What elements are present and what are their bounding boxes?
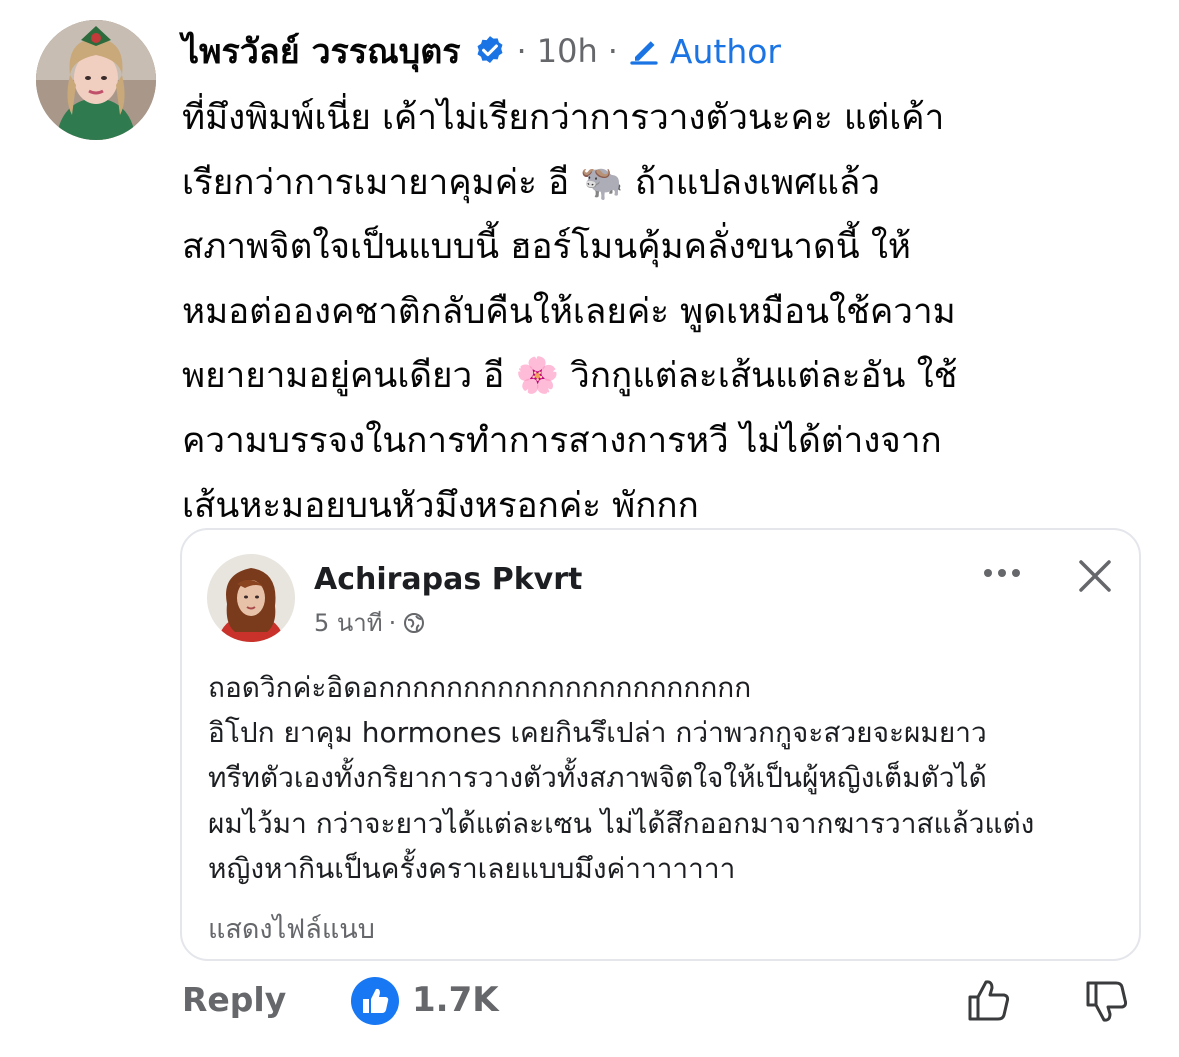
comment-line: หมอต่อองคชาติกลับคืนให้เลยค่ะ พูดเหมือนใ… (182, 291, 956, 332)
author-name[interactable]: ไพรวัลย์ วรรณบุตร (182, 24, 461, 78)
meta-separator: · (388, 608, 397, 637)
commenter-avatar[interactable] (36, 20, 156, 140)
comment-text: ที่มึงพิมพ์เนี่ย เค้าไม่เรียกว่าการวางตั… (182, 86, 1142, 538)
quoted-post-time[interactable]: 5 นาที (314, 603, 383, 642)
quoted-line: อิโปก ยาคุม hormones เคยกินรึเปล่า กว่าพ… (208, 716, 987, 750)
quoted-line: ทรีทตัวเองทั้งกริยาการวางตัวทั้งสภาพจิตใ… (208, 761, 987, 795)
verified-badge-icon (473, 34, 507, 68)
comment-line: สภาพจิตใจเป็นแบบนี้ ฮอร์โมนคุ้มคลั่งขนาด… (182, 227, 912, 268)
thumbs-up-icon[interactable] (964, 976, 1014, 1026)
thumbs-down-icon[interactable] (1082, 976, 1132, 1026)
reply-button[interactable]: Reply (182, 980, 286, 1019)
pencil-icon (630, 41, 658, 65)
comment-line: ความบรรจงในการทำการสางการหวี ไม่ได้ต่างจ… (182, 420, 942, 461)
comment-line: เรียกว่าการเมายาคุมค่ะ อี 🐃 ถ้าแปลงเพศแล… (182, 162, 881, 203)
meta-separator: · (516, 32, 527, 70)
quoted-line: ถอดวิกค่ะอิดอกกกกกกกกกกกกกกกกกกกกกก (208, 671, 752, 704)
meta-separator-2: · (607, 32, 618, 70)
quoted-line: ผมไว้มา กว่าจะยาวได้แต่ละเซน ไม่ได้สึกออ… (208, 806, 1035, 840)
quoted-line: หญิงหากินเป็นครั้งคราเลยแบบมึงค่าาาาาาา (208, 851, 736, 885)
comment-time[interactable]: 10h (537, 32, 598, 70)
author-badge-label: Author (669, 31, 781, 71)
quoted-post-text: ถอดวิกค่ะอิดอกกกกกกกกกกกกกกกกกกกกกก อิโป… (208, 665, 1118, 891)
comment-line: พยายามอยู่คนเดียว อี 🌸 วิกกูแต่ละเส้นแต่… (182, 356, 958, 397)
more-options-icon[interactable] (979, 558, 1029, 588)
like-reaction-icon[interactable] (350, 976, 400, 1026)
show-attachment-link[interactable]: แสดงไฟล์แนบ (208, 907, 375, 950)
comment-actions: Reply 1.7K (182, 972, 1142, 1032)
like-count[interactable]: 1.7K (412, 980, 499, 1020)
comment-line: ที่มึงพิมพ์เนี่ย เค้าไม่เรียกว่าการวางตั… (182, 98, 945, 138)
close-icon[interactable] (1077, 558, 1113, 594)
quoted-author-name[interactable]: Achirapas Pkvrt (314, 562, 582, 597)
author-badge: Author (626, 32, 781, 71)
comment-header: ไพรวัลย์ วรรณบุตร · 10h · Author (182, 26, 781, 76)
quoted-author-avatar[interactable] (207, 554, 295, 642)
globe-icon (404, 612, 425, 633)
quoted-post-card[interactable]: Achirapas Pkvrt 5 นาที · ถอดวิกค่ะอิดอกก… (180, 528, 1141, 961)
quoted-post-meta: 5 นาที · (314, 603, 426, 642)
